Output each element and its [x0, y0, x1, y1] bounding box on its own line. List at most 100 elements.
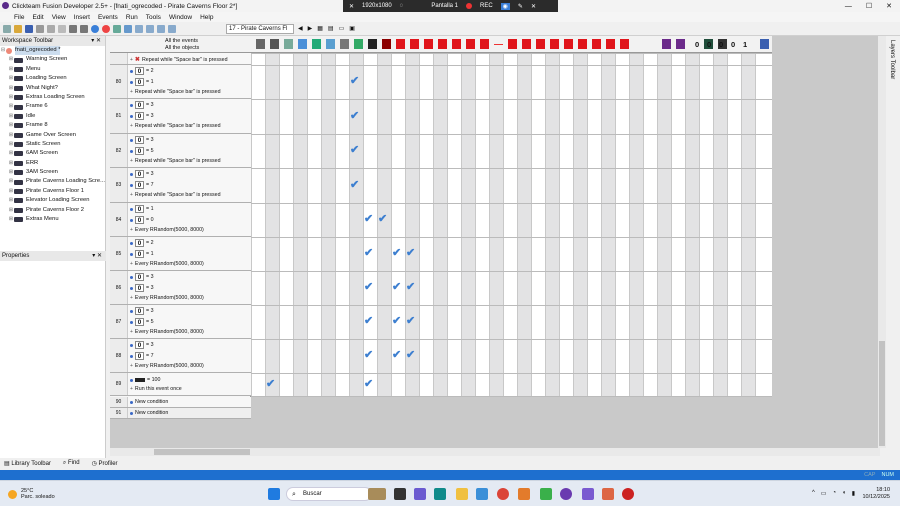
tree-frame-item[interactable]: ⊞ Elevator Loading Screen [8, 196, 105, 205]
object-icon[interactable] [284, 39, 293, 49]
event-row[interactable]: 89 = 100 + Run this event once [110, 373, 251, 396]
action-checkmark-icon[interactable]: ✔ [406, 248, 415, 259]
condition-compare[interactable]: 0 = 0 [130, 216, 154, 224]
object-icon[interactable] [466, 39, 475, 49]
close-button[interactable]: ✕ [886, 2, 892, 10]
action-checkmark-icon[interactable]: ✔ [364, 282, 373, 293]
frame-select[interactable]: 17 - Pirate Caverns Fl [226, 24, 294, 34]
store-icon[interactable] [476, 488, 488, 500]
wifi-icon[interactable]: ◔ [832, 490, 836, 497]
menu-help[interactable]: Help [200, 14, 213, 21]
paste-icon[interactable] [58, 24, 66, 33]
copy-icon[interactable] [47, 24, 55, 33]
object-icon[interactable] [424, 39, 433, 49]
object-icon[interactable] [522, 39, 531, 49]
help-icon[interactable] [91, 24, 99, 33]
condition-compare[interactable]: 0 = 7 [130, 352, 154, 360]
properties-pin-icon[interactable]: ▾ ✕ [92, 251, 102, 261]
view-icon[interactable]: ▭ [339, 25, 345, 32]
object-icon[interactable] [438, 39, 447, 49]
explorer-icon[interactable] [456, 488, 468, 500]
hscroll-thumb[interactable] [154, 449, 250, 455]
fusion-taskbar-icon[interactable] [560, 488, 572, 500]
new-condition-label[interactable]: New condition [135, 399, 168, 405]
action-checkmark-icon[interactable]: ✔ [406, 282, 415, 293]
tree-frame-item[interactable]: ⊞ Warning Screen [8, 55, 105, 64]
event-row[interactable]: 88 0 = 3 0 = 7 + Every RRandom(5000, 8000) [110, 339, 251, 373]
tree-frame-item[interactable]: ⊞ Pirate Caverns Floor 1 [8, 187, 105, 196]
tree-frame-item[interactable]: ⊞ Extras Loading Screen [8, 93, 105, 102]
condition-compare[interactable]: 0 = 3 [130, 341, 154, 349]
action-checkmark-icon[interactable]: ✔ [406, 316, 415, 327]
game-app-icon[interactable] [368, 488, 386, 500]
app-icon-green[interactable] [540, 488, 552, 500]
menu-view[interactable]: View [52, 14, 66, 21]
pin-panel-icon[interactable]: ▾ ✕ [91, 36, 101, 46]
object-icon[interactable] [326, 39, 335, 49]
condition-compare[interactable]: 0 = 7 [130, 181, 154, 189]
clock[interactable]: 18:10 10/12/2025 [862, 487, 890, 501]
grid-icon[interactable]: ▤ [328, 25, 334, 32]
condition-compare[interactable]: 0 = 1 [130, 250, 154, 258]
condition-plain[interactable]: + Every RRandom(5000, 8000) [130, 261, 204, 267]
condition-plain[interactable]: + Every RRandom(5000, 8000) [130, 329, 204, 335]
object-icon[interactable] [606, 39, 615, 49]
object-icon[interactable] [550, 39, 559, 49]
open-icon[interactable] [14, 24, 22, 33]
recorder-taskbar-icon[interactable] [622, 488, 634, 500]
app-icon-orange[interactable] [518, 488, 530, 500]
tree-frame-item[interactable]: ⊞ What Night? [8, 84, 105, 93]
tree-frame-item[interactable]: ⊞ Loading Screen [8, 74, 105, 83]
object-icon[interactable] [368, 39, 377, 49]
menu-window[interactable]: Window [169, 14, 192, 21]
tray-chevron-icon[interactable]: ^ [812, 490, 815, 497]
rec-button[interactable]: REC [480, 3, 493, 9]
object-icon[interactable] [256, 39, 265, 49]
condition-plain[interactable]: + Repeat while "Space bar" is pressed [130, 158, 221, 164]
condition-compare[interactable]: 0 = 1 [130, 78, 154, 86]
new-icon[interactable] [3, 24, 11, 33]
condition-plain[interactable]: + Every RRandom(5000, 8000) [130, 295, 204, 301]
condition-plain[interactable]: + Every RRandom(5000, 8000) [130, 227, 204, 233]
pen-icon[interactable]: ✎ [518, 3, 523, 10]
condition-compare[interactable]: 0 = 5 [130, 318, 154, 326]
prev-frame-icon[interactable]: ◀ [298, 25, 303, 32]
action-checkmark-icon[interactable]: ✔ [364, 248, 373, 259]
tree-frame-item[interactable]: ⊞ Pirate Caverns Floor 2 [8, 206, 105, 215]
action-checkmark-icon[interactable]: ✔ [364, 350, 373, 361]
object-icon[interactable] [634, 39, 643, 49]
action-checkmark-icon[interactable]: ✔ [350, 76, 359, 87]
condition-plain[interactable]: + Every RRandom(5000, 8000) [130, 363, 204, 369]
run-frame-icon[interactable] [124, 24, 132, 33]
new-condition-label[interactable]: New condition [135, 410, 168, 416]
vertical-scrollbar[interactable] [878, 36, 886, 448]
undo-icon[interactable] [69, 24, 77, 33]
frame-list-icon[interactable]: ▦ [317, 25, 323, 32]
condition-compare[interactable]: 0 = 3 [130, 284, 154, 292]
event-row[interactable]: 87 0 = 3 0 = 5 + Every RRandom(5000, 8000) [110, 305, 251, 339]
tree-frame-item[interactable]: ⊞ Menu [8, 65, 105, 74]
condition-bar[interactable]: = 100 [130, 377, 160, 383]
action-checkmark-icon[interactable]: ✔ [350, 110, 359, 122]
tab-profiler[interactable]: ◷ Profiler [92, 460, 118, 467]
task-view-icon[interactable] [394, 488, 406, 500]
mic-icon[interactable]: ◌ [400, 3, 404, 9]
tree-frame-item[interactable]: ⊞ Frame 6 [8, 102, 105, 111]
object-icon[interactable] [508, 39, 517, 49]
action-checkmark-icon[interactable]: ✔ [392, 282, 401, 293]
menu-run[interactable]: Run [126, 14, 138, 21]
object-icon[interactable] [480, 39, 489, 49]
tab-find[interactable]: ⌕ Find [63, 460, 80, 467]
object-icon[interactable] [410, 39, 419, 49]
action-checkmark-icon[interactable]: ✔ [350, 179, 359, 191]
weather-widget[interactable]: 25°C Parc. soleado [8, 488, 55, 500]
counter-object[interactable]: 0 [719, 40, 723, 49]
maximize-button[interactable]: ☐ [866, 2, 872, 10]
action-checkmark-icon[interactable]: ✔ [406, 350, 415, 361]
event-row[interactable]: 81 0 = 3 0 = 3 + Repeat while "Space bar" is p… [110, 99, 251, 134]
object-icon[interactable] [662, 39, 671, 49]
condition-negated[interactable]: + ✖ Repeat while "Space bar" is pressed [130, 56, 228, 64]
next-frame-icon[interactable]: ▶ [308, 25, 313, 32]
menu-insert[interactable]: Insert [74, 14, 90, 21]
tree-frame-item[interactable]: ⊞ Static Screen [8, 140, 105, 149]
